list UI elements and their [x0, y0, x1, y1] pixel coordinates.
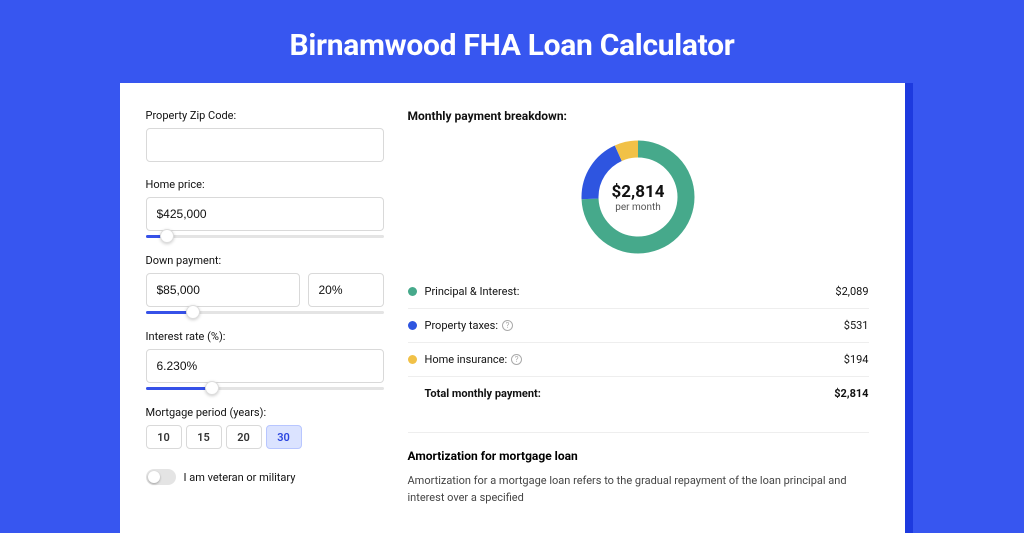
- period-button-15[interactable]: 15: [186, 425, 222, 449]
- amortization-title: Amortization for mortgage loan: [408, 449, 869, 463]
- veteran-toggle[interactable]: [146, 469, 176, 485]
- breakdown-title: Monthly payment breakdown:: [408, 109, 869, 123]
- total-label: Total monthly payment:: [425, 387, 835, 400]
- legend-dot-icon: [408, 355, 417, 364]
- legend-total-row: Total monthly payment:$2,814: [408, 376, 869, 410]
- legend-label: Property taxes:?: [425, 319, 844, 332]
- rate-label: Interest rate (%):: [146, 330, 384, 343]
- price-label: Home price:: [146, 178, 384, 191]
- legend-dot-icon: [408, 321, 417, 330]
- down-amount-input[interactable]: [146, 273, 300, 307]
- zip-input[interactable]: [146, 128, 384, 162]
- legend: Principal & Interest:$2,089Property taxe…: [408, 275, 869, 410]
- donut-amount: $2,814: [612, 182, 665, 202]
- total-value: $2,814: [834, 387, 868, 400]
- payment-donut-chart: $2,814 per month: [578, 137, 698, 257]
- legend-label: Principal & Interest:: [425, 285, 836, 298]
- rate-slider[interactable]: [146, 382, 384, 394]
- calculator-card: Property Zip Code: Home price: Down paym…: [120, 83, 905, 533]
- period-button-30[interactable]: 30: [266, 425, 302, 449]
- amortization-text: Amortization for a mortgage loan refers …: [408, 473, 869, 506]
- breakdown-column: Monthly payment breakdown: $2,814 per mo…: [408, 109, 869, 533]
- legend-row: Property taxes:?$531: [408, 308, 869, 342]
- page-title: Birnamwood FHA Loan Calculator: [0, 0, 1024, 83]
- down-percent-input[interactable]: [308, 273, 384, 307]
- legend-value: $194: [844, 353, 869, 366]
- period-label: Mortgage period (years):: [146, 406, 384, 419]
- rate-input[interactable]: [146, 349, 384, 383]
- donut-sub: per month: [615, 202, 661, 213]
- price-slider[interactable]: [146, 230, 384, 242]
- info-icon[interactable]: ?: [511, 354, 522, 365]
- legend-row: Principal & Interest:$2,089: [408, 275, 869, 308]
- amortization-section: Amortization for mortgage loan Amortizat…: [408, 432, 869, 506]
- period-button-10[interactable]: 10: [146, 425, 182, 449]
- legend-row: Home insurance:?$194: [408, 342, 869, 376]
- veteran-label: I am veteran or military: [184, 471, 296, 484]
- period-buttons: 10152030: [146, 425, 384, 449]
- legend-dot-icon: [408, 287, 417, 296]
- legend-value: $531: [844, 319, 869, 332]
- legend-label: Home insurance:?: [425, 353, 844, 366]
- period-button-20[interactable]: 20: [226, 425, 262, 449]
- price-input[interactable]: [146, 197, 384, 231]
- form-column: Property Zip Code: Home price: Down paym…: [146, 109, 384, 533]
- info-icon[interactable]: ?: [502, 320, 513, 331]
- zip-label: Property Zip Code:: [146, 109, 384, 122]
- down-slider[interactable]: [146, 306, 384, 318]
- legend-value: $2,089: [835, 285, 868, 298]
- down-label: Down payment:: [146, 254, 384, 267]
